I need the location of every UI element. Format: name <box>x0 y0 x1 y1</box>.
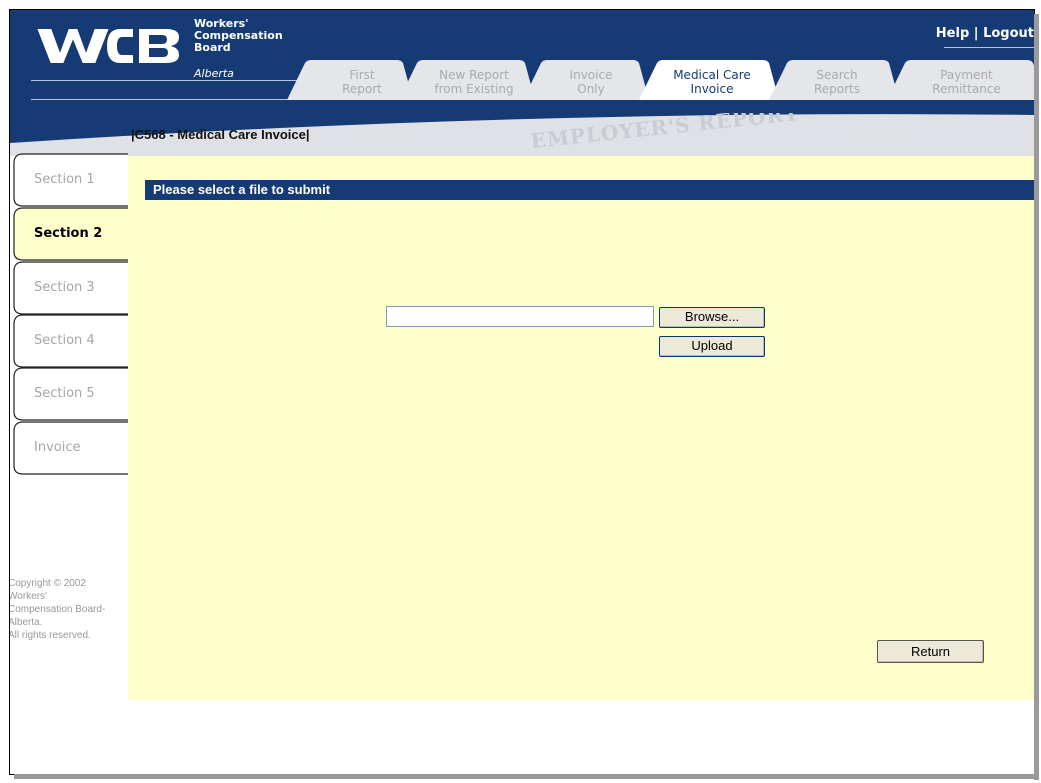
sidebar-item-section-1[interactable]: Section 1 <box>13 153 128 207</box>
page-title: |C568 - Medical Care Invoice| <box>131 127 310 142</box>
sidebar-item-section-2[interactable]: Section 2 <box>13 207 128 261</box>
divider <box>31 80 308 81</box>
help-logout-links: Help | Logout <box>936 26 1034 41</box>
wcb-logo <box>34 27 182 65</box>
file-path-input[interactable] <box>386 306 654 327</box>
section-heading-bar: Please select a file to submit <box>145 180 1034 200</box>
tab-search-reports[interactable]: Search Reports <box>769 60 899 100</box>
header: Workers' Compensation Board Alberta Help… <box>10 10 1034 113</box>
return-button[interactable]: Return <box>877 640 984 663</box>
sidebar-item-section-3[interactable]: Section 3 <box>13 261 128 315</box>
link-separator: | <box>969 26 984 41</box>
sidebar-item-invoice[interactable]: Invoice <box>13 421 128 475</box>
board-name: Workers' Compensation Board <box>194 17 283 54</box>
sidebar-item-section-4[interactable]: Section 4 <box>13 314 128 368</box>
divider <box>944 47 1034 48</box>
sidebar-item-section-5[interactable]: Section 5 <box>13 367 128 421</box>
window-shadow <box>1034 14 1039 780</box>
logout-link[interactable]: Logout <box>983 26 1034 41</box>
tab-invoice-only[interactable]: Invoice Only <box>523 60 649 100</box>
section-heading: Please select a file to submit <box>153 182 331 197</box>
tab-new-report-from-existing[interactable]: New Report from Existing <box>399 60 535 100</box>
province-label: Alberta <box>194 67 234 80</box>
help-link[interactable]: Help <box>936 26 969 41</box>
tab-payment-remittance[interactable]: Payment Remittance <box>887 60 1034 100</box>
tab-medical-care-invoice[interactable]: Medical Care Invoice <box>639 60 779 100</box>
app-window: Workers' Compensation Board Alberta Help… <box>9 9 1035 775</box>
copyright-notice: Copyright © 2002 Workers' Compensation B… <box>9 578 106 641</box>
browse-button[interactable]: Browse... <box>659 307 765 328</box>
main-content: Please select a file to submit Browse...… <box>128 156 1034 700</box>
tab-first-report[interactable]: First Report <box>287 60 413 100</box>
window-shadow <box>14 774 1039 779</box>
upload-button[interactable]: Upload <box>659 336 765 357</box>
